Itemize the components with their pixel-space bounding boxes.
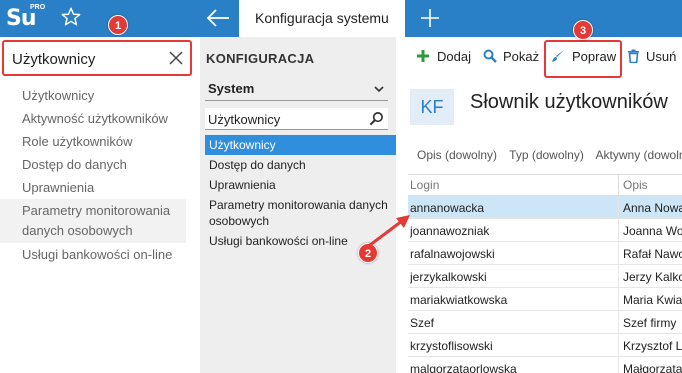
cell-login: rafalnawojowski xyxy=(410,247,495,261)
show-button-label: Pokaż xyxy=(503,49,540,64)
cell-login: Szef xyxy=(410,316,435,330)
favorites-star-icon[interactable] xyxy=(60,6,82,28)
cell-login: malgorzataorlowska xyxy=(410,362,517,373)
cell-opis: Krzysztof Lisowski xyxy=(623,339,682,353)
tab-konfiguracja-systemu[interactable]: Konfiguracja systemu xyxy=(239,0,405,37)
table-row[interactable]: krzystoflisowski Krzysztof Lisowski xyxy=(408,334,682,357)
table-row[interactable]: joannawozniak Joanna Woźniak xyxy=(408,219,682,242)
config-list-item[interactable]: Dostęp do danych xyxy=(205,155,396,175)
column-separator xyxy=(618,219,619,241)
logo-sub-text: PRO xyxy=(30,4,46,11)
cell-login: krzystoflisowski xyxy=(410,339,493,353)
table-header: Login Opis xyxy=(408,174,682,196)
cell-opis: Szef firmy xyxy=(623,316,677,330)
menu-search-box xyxy=(2,40,192,76)
table-row[interactable]: jerzykalkowski Jerzy Kalkowski xyxy=(408,265,682,288)
filter-aktywny[interactable]: Aktywny (dowolny) xyxy=(596,148,682,162)
column-header-login[interactable]: Login xyxy=(410,178,620,192)
left-menu-item[interactable]: Uprawnienia xyxy=(0,176,196,199)
show-button[interactable]: Pokaż xyxy=(483,47,539,67)
back-arrow-icon[interactable] xyxy=(205,7,231,29)
main-content: KF Słownik użytkowników Opis (dowolny) T… xyxy=(400,77,682,373)
toolbar: Dodaj Pokaż Popraw Usuń xyxy=(400,37,682,77)
config-category-select[interactable]: System xyxy=(205,79,388,101)
column-separator xyxy=(618,242,619,264)
column-separator xyxy=(618,334,619,356)
table-row[interactable]: annanowacka Anna Nowacka xyxy=(408,196,682,219)
delete-button[interactable]: Usuń xyxy=(627,47,682,67)
add-button-label: Dodaj xyxy=(437,49,471,64)
annotation-marker-3: 3 xyxy=(573,20,593,40)
delete-button-label: Usuń xyxy=(646,49,677,64)
config-filter-input[interactable] xyxy=(208,110,358,128)
magnifier-icon xyxy=(483,49,497,63)
edit-button-highlight xyxy=(544,40,622,78)
filter-bar: Opis (dowolny) Typ (dowolny) Aktywny (do… xyxy=(417,148,682,162)
left-menu-item[interactable]: Parametry monitorowania danych osobowych xyxy=(0,199,186,243)
cell-opis: Jerzy Kalkowski xyxy=(623,270,682,284)
left-menu-item[interactable]: Dostęp do danych xyxy=(0,153,196,176)
cell-login: jerzykalkowski xyxy=(410,270,487,284)
left-menu-item[interactable]: Role użytkowników xyxy=(0,130,196,153)
table-row[interactable]: Szef Szef firmy xyxy=(408,311,682,334)
cell-opis: Joanna Woźniak xyxy=(623,224,682,238)
new-tab-plus-icon[interactable] xyxy=(419,7,441,29)
config-title: KONFIGURACJA xyxy=(206,51,315,66)
users-table: Login Opis annanowacka Anna Nowacka joan… xyxy=(408,174,682,373)
config-list-item[interactable]: Uprawnienia xyxy=(205,175,396,195)
plus-icon xyxy=(417,50,429,62)
search-icon[interactable] xyxy=(369,111,384,126)
annotation-marker-1: 1 xyxy=(108,15,128,35)
config-select-value: System xyxy=(208,81,255,96)
table-row[interactable]: rafalnawojowski Rafał Nawojowski xyxy=(408,242,682,265)
filter-opis[interactable]: Opis (dowolny) xyxy=(417,148,497,162)
column-separator xyxy=(618,265,619,287)
table-row[interactable]: malgorzataorlowska Małgorzata Orłowska xyxy=(408,357,682,373)
column-separator[interactable] xyxy=(618,175,619,196)
column-separator xyxy=(618,311,619,333)
cell-opis: Rafał Nawojowski xyxy=(623,247,682,261)
left-menu-results: Użytkownicy Aktywność użytkowników Role … xyxy=(0,84,196,266)
table-row[interactable]: mariakwiatkowska Maria Kwiatkowska xyxy=(408,288,682,311)
cell-opis: Małgorzata Orłowska xyxy=(623,362,682,373)
left-menu-item[interactable]: Usługi bankowości on-line xyxy=(0,243,196,266)
page-title: Słownik użytkowników xyxy=(470,91,668,113)
column-separator xyxy=(618,196,619,218)
add-button[interactable]: Dodaj xyxy=(416,47,472,67)
trash-icon xyxy=(628,49,639,63)
column-separator xyxy=(618,288,619,310)
column-header-opis[interactable]: Opis xyxy=(623,178,682,192)
config-filter-box xyxy=(205,108,388,130)
cell-opis: Anna Nowacka xyxy=(623,201,682,215)
annotation-arrow-icon xyxy=(368,215,410,247)
kf-badge: KF xyxy=(410,89,454,125)
app-logo[interactable]: Su PRO xyxy=(6,4,46,34)
filter-typ[interactable]: Typ (dowolny) xyxy=(509,148,584,162)
cell-login: mariakwiatkowska xyxy=(410,293,508,307)
menu-search-input[interactable] xyxy=(12,48,162,70)
cell-opis: Maria Kwiatkowska xyxy=(623,293,682,307)
clear-search-icon[interactable] xyxy=(168,50,184,66)
cell-login: joannawozniak xyxy=(410,224,490,238)
config-list-item[interactable]: Użytkownicy xyxy=(205,135,396,155)
cell-login: annanowacka xyxy=(410,201,485,215)
column-separator xyxy=(618,357,619,373)
left-menu-item[interactable]: Użytkownicy xyxy=(0,84,196,107)
chevron-down-icon xyxy=(374,86,384,93)
left-menu-item[interactable]: Aktywność użytkowników xyxy=(0,107,196,130)
